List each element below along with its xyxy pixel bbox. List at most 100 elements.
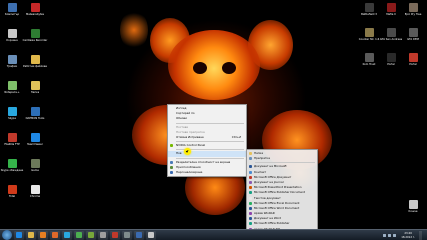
desktop-icon[interactable]: Epic Pry Tree (402, 3, 424, 21)
taskbar-pinned-apps (12, 230, 156, 240)
app-icon (7, 81, 17, 90)
taskbar-button[interactable] (14, 230, 24, 240)
file-type-icon (248, 186, 252, 190)
menu-item-label: Постави (176, 124, 189, 129)
desktop-icon[interactable]: Battlefield 3 (358, 3, 380, 21)
desktop-icon[interactable]: Skype (1, 107, 23, 125)
taskbar-button[interactable] (122, 230, 132, 240)
app-icon (7, 133, 17, 142)
app-icon (30, 55, 40, 64)
menu-item-label: Обнови (176, 116, 187, 121)
taskbar-button[interactable] (86, 230, 96, 240)
app-icon (136, 232, 142, 238)
taskbar-button[interactable] (110, 230, 120, 240)
context-menu-item[interactable]: Нов (168, 151, 246, 157)
taskbar-button[interactable] (50, 230, 60, 240)
desktop-icon[interactable]: Работни файлове (23, 55, 47, 73)
desktop-icon[interactable]: Трафик (1, 55, 23, 73)
desktop-icon[interactable]: Counter Str. 1.6 (358, 28, 380, 46)
desktop-icon[interactable]: Malwarebytes (24, 3, 46, 21)
desktop-icon[interactable]: Camtasia Recorder (23, 29, 47, 47)
app-icon (408, 3, 418, 12)
menu-item-icon (170, 170, 173, 174)
context-menu-item[interactable]: Обнови (168, 116, 246, 121)
desktop-icon-label: GTA San Andreas (379, 38, 403, 41)
file-type-icon (248, 212, 252, 216)
desktop-icon-label: Kom Trust (362, 63, 376, 66)
submenu-item-label: Препратка (254, 156, 270, 161)
wallpaper-skull-eye (222, 62, 236, 74)
desktop-icon[interactable]: Корзина (1, 29, 23, 47)
menu-item-label: Изглед (176, 106, 187, 110)
desktop-icon[interactable]: DAEMON Tools (24, 107, 46, 125)
desktop-icon[interactable]: TeamViewer (24, 133, 46, 151)
file-type-icon (248, 217, 252, 221)
desktop-icon[interactable]: GTA DEM (402, 28, 424, 46)
taskbar-button[interactable] (38, 230, 48, 240)
menu-item-label: Приспособления (176, 164, 201, 169)
desktop-icon[interactable]: Portal (402, 53, 424, 71)
desktop[interactable]: Компютър Корзина Трафик Notepad++ Skype FileZ… (0, 0, 427, 229)
taskbar-button[interactable] (62, 230, 72, 240)
desktop-icon[interactable]: Chrome (24, 185, 46, 203)
submenu-item-label: Microsoft Office Publisher (254, 221, 290, 226)
app-icon (7, 185, 17, 194)
desktop-icon[interactable]: Notepad++ (1, 81, 23, 99)
desktop-icon[interactable]: Mafia II (380, 3, 402, 21)
app-icon (112, 232, 118, 238)
desktop-icon[interactable]: Кошче (402, 200, 424, 218)
context-menu-item[interactable]: NVIDIA Control Panel (168, 143, 246, 148)
menu-separator (176, 157, 244, 159)
menu-item-icon (170, 144, 173, 148)
menu-item-label: Сортирай по (176, 111, 195, 116)
tray-arrow-icon[interactable] (383, 234, 387, 237)
app-icon (386, 3, 396, 12)
mouse-cursor-icon (184, 148, 191, 155)
media-player-icon (40, 232, 46, 238)
chrome-icon (76, 232, 82, 238)
taskbar-button[interactable] (134, 230, 144, 240)
desktop-icon[interactable]: GTA San Andreas (380, 28, 402, 46)
desktop-icon[interactable]: Game (24, 159, 46, 177)
app-icon (386, 53, 396, 62)
app-icon (364, 3, 374, 12)
desktop-icon[interactable]: FileZilla FTP (1, 133, 23, 151)
taskbar-button[interactable] (98, 230, 108, 240)
app-icon (408, 28, 418, 37)
desktop-icon[interactable]: Skype обаждане (1, 159, 23, 177)
app-icon (30, 29, 40, 38)
app-icon (364, 28, 374, 37)
start-button[interactable] (2, 230, 12, 240)
file-type-icon (248, 170, 252, 174)
network-icon[interactable] (388, 234, 392, 237)
desktop-icon[interactable]: Папка (24, 81, 46, 99)
wallpaper-skull-eye (193, 62, 207, 74)
file-type-icon (248, 191, 252, 195)
volume-icon[interactable] (393, 234, 397, 237)
desktop-icon[interactable]: Kom Trust (358, 53, 380, 71)
desktop-icon[interactable]: Компютър (1, 3, 23, 21)
submenu-item-label: Архив WinRAR (254, 211, 275, 216)
file-type-icon (248, 165, 252, 169)
menu-item-label: Персонализиране (176, 169, 203, 174)
context-menu-item[interactable]: Отмяна Изтриване Ctrl+Z (168, 135, 246, 140)
desktop-icon[interactable]: Portal (380, 53, 402, 71)
file-type-icon (248, 206, 252, 210)
taskbar-button[interactable] (74, 230, 84, 240)
app-icon (364, 53, 374, 62)
desktop-icon-label: Portal (409, 63, 417, 66)
desktop-icon-label: Кошче (408, 210, 418, 213)
app-icon (148, 232, 154, 238)
taskbar-button[interactable] (146, 230, 156, 240)
taskbar-button[interactable] (26, 230, 36, 240)
submenu-item[interactable]: Препратка (247, 156, 317, 161)
submenu-item-label: Документ на Word (254, 216, 282, 221)
menu-item-label: Отмяна Изтриване (176, 134, 204, 139)
submenu-item-label: Папка (254, 151, 264, 155)
desktop-icon[interactable]: Total (1, 185, 23, 203)
context-menu-item[interactable]: Персонализиране (168, 170, 246, 175)
app-icon (30, 185, 40, 194)
clock[interactable]: 23:40 18.2012 г. (401, 232, 415, 238)
desktop-context-menu: Изглед Сортирай по Обнови Постави Постави пр… (167, 104, 247, 178)
show-desktop-button[interactable] (419, 230, 422, 240)
